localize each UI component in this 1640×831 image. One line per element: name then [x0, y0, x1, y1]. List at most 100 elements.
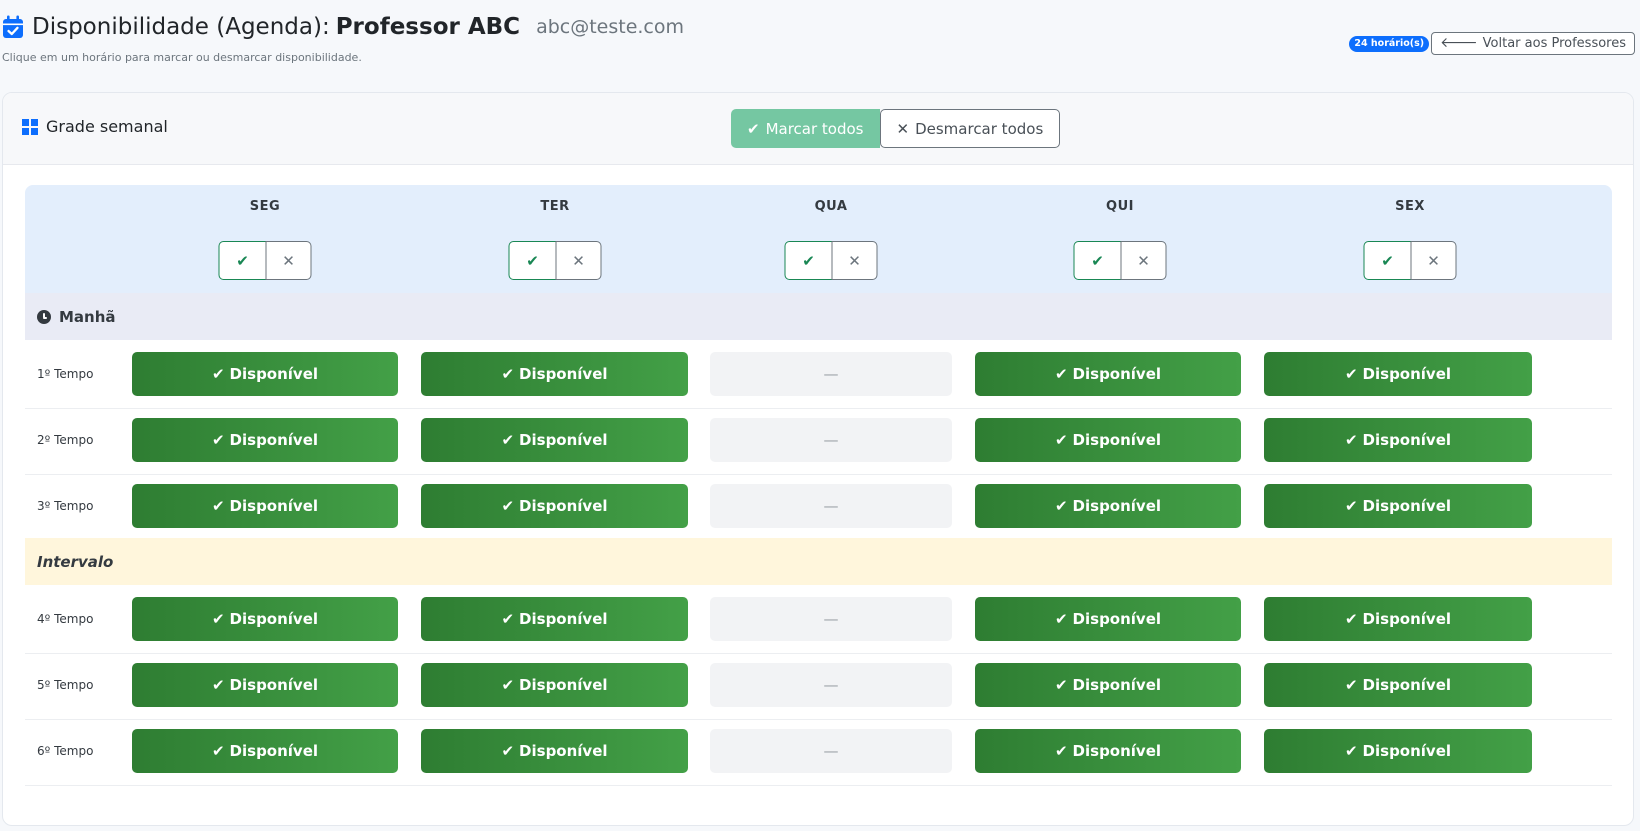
- page-subtitle: Clique em um horário para marcar ou desm…: [2, 51, 362, 64]
- check-icon: ✔: [1344, 742, 1358, 760]
- bulk-actions: ✔ Marcar todos ✕ Desmarcar todos: [731, 109, 1061, 148]
- day-name: QUI: [1106, 199, 1134, 214]
- slot-label: Disponível: [1362, 365, 1452, 383]
- close-icon: ✕: [896, 119, 910, 138]
- day-toggle-group: ✔ ✕: [784, 241, 878, 280]
- slot-label: Disponível: [1072, 742, 1162, 760]
- slot-available-button[interactable]: ✔ Disponível: [132, 597, 398, 641]
- check-icon: ✔: [1054, 676, 1068, 694]
- slot-available-button[interactable]: ✔ Disponível: [132, 663, 398, 707]
- page-header: Disponibilidade (Agenda): Professor ABC …: [0, 0, 1640, 80]
- check-icon: ✔: [501, 742, 515, 760]
- slot-unavailable-button[interactable]: —: [710, 729, 952, 773]
- slot-available-button[interactable]: ✔ Disponível: [1264, 663, 1532, 707]
- slot-label: Disponível: [1072, 431, 1162, 449]
- slot-available-button[interactable]: ✔ Disponível: [421, 729, 688, 773]
- day-toggle-group: ✔ ✕: [1073, 241, 1167, 280]
- day-toggle-group: ✔ ✕: [1363, 241, 1457, 280]
- day-name: SEX: [1395, 199, 1425, 214]
- slot-unavailable-button[interactable]: —: [710, 352, 952, 396]
- close-icon: ✕: [572, 251, 585, 270]
- unmark-all-label: Desmarcar todos: [915, 119, 1044, 138]
- unmark-day-button[interactable]: ✕: [1410, 241, 1457, 280]
- slot-label: Disponível: [1072, 610, 1162, 628]
- day-name: QUA: [814, 199, 848, 214]
- slot-available-button[interactable]: ✔ Disponível: [975, 597, 1241, 641]
- slot-available-button[interactable]: ✔ Disponível: [132, 484, 398, 528]
- check-icon: ✔: [1344, 497, 1358, 515]
- mark-day-button[interactable]: ✔: [1073, 241, 1122, 280]
- slot-label: Disponível: [519, 676, 608, 694]
- slot-available-button[interactable]: ✔ Disponível: [975, 729, 1241, 773]
- unmark-day-button[interactable]: ✕: [1120, 241, 1167, 280]
- check-icon: ✔: [526, 251, 539, 270]
- table-header: SEG ✔ ✕ TER ✔ ✕ QUA ✔ ✕ QUI ✔ ✕ SEX ✔ ✕: [25, 185, 1612, 293]
- slot-unavailable-button[interactable]: —: [710, 597, 952, 641]
- table-row: 4º Tempo ✔ Disponível ✔ Disponível — ✔ Disponív…: [25, 585, 1612, 654]
- slot-available-button[interactable]: ✔ Disponível: [421, 418, 688, 462]
- period-label: 5º Tempo: [37, 678, 94, 692]
- check-icon: ✔: [236, 251, 249, 270]
- check-icon: ✔: [1344, 676, 1358, 694]
- check-icon: ✔: [1091, 251, 1104, 270]
- clock-icon: [37, 309, 51, 324]
- unmark-day-button[interactable]: ✕: [265, 241, 312, 280]
- check-icon: ✔: [1344, 431, 1358, 449]
- day-column-ter: TER ✔ ✕: [415, 185, 695, 293]
- calendar-check-icon: [3, 15, 23, 38]
- slot-label: —: [823, 742, 839, 760]
- slot-available-button[interactable]: ✔ Disponível: [975, 352, 1241, 396]
- back-to-professors-button[interactable]: 🡐 Voltar aos Professores: [1431, 32, 1635, 55]
- day-name: SEG: [249, 199, 281, 214]
- slot-available-button[interactable]: ✔ Disponível: [421, 484, 688, 528]
- slot-available-button[interactable]: ✔ Disponível: [421, 597, 688, 641]
- section-label: Manhã: [59, 307, 116, 326]
- unmark-day-button[interactable]: ✕: [831, 241, 878, 280]
- slot-label: —: [823, 431, 839, 449]
- check-icon: ✔: [802, 251, 815, 270]
- professor-email: abc@teste.com: [536, 16, 685, 38]
- slot-available-button[interactable]: ✔ Disponível: [421, 663, 688, 707]
- mark-day-button[interactable]: ✔: [508, 241, 557, 280]
- slot-label: Disponível: [519, 365, 608, 383]
- slot-available-button[interactable]: ✔ Disponível: [132, 729, 398, 773]
- slot-available-button[interactable]: ✔ Disponível: [132, 352, 398, 396]
- check-icon: ✔: [501, 610, 515, 628]
- slot-available-button[interactable]: ✔ Disponível: [1264, 352, 1532, 396]
- check-icon: ✔: [211, 431, 225, 449]
- day-column-seg: SEG ✔ ✕: [125, 185, 405, 293]
- unmark-day-button[interactable]: ✕: [555, 241, 602, 280]
- period-label: 4º Tempo: [37, 612, 94, 626]
- check-icon: ✔: [501, 431, 515, 449]
- back-button-label: Voltar aos Professores: [1482, 36, 1626, 51]
- day-toggle-group: ✔ ✕: [218, 241, 312, 280]
- slot-unavailable-button[interactable]: —: [710, 663, 952, 707]
- slot-label: Disponível: [229, 497, 319, 515]
- slot-available-button[interactable]: ✔ Disponível: [1264, 418, 1532, 462]
- check-icon: ✔: [501, 497, 515, 515]
- day-column-qui: QUI ✔ ✕: [980, 185, 1260, 293]
- slot-label: —: [823, 365, 839, 383]
- slot-label: Disponível: [229, 365, 319, 383]
- card-header: Grade semanal ✔ Marcar todos ✕ Desmarcar…: [3, 93, 1633, 165]
- slot-available-button[interactable]: ✔ Disponível: [1264, 597, 1532, 641]
- slot-label: Disponível: [229, 742, 319, 760]
- slot-available-button[interactable]: ✔ Disponível: [975, 418, 1241, 462]
- mark-all-button[interactable]: ✔ Marcar todos: [731, 109, 880, 148]
- slot-available-button[interactable]: ✔ Disponível: [132, 418, 398, 462]
- mark-day-button[interactable]: ✔: [784, 241, 833, 280]
- mark-day-button[interactable]: ✔: [1363, 241, 1412, 280]
- unmark-all-button[interactable]: ✕ Desmarcar todos: [879, 109, 1061, 148]
- check-icon: ✔: [211, 742, 225, 760]
- close-icon: ✕: [1137, 251, 1150, 270]
- slot-unavailable-button[interactable]: —: [710, 418, 952, 462]
- slot-label: Disponível: [1362, 431, 1452, 449]
- slot-label: Disponível: [229, 610, 319, 628]
- slot-available-button[interactable]: ✔ Disponível: [1264, 484, 1532, 528]
- mark-day-button[interactable]: ✔: [218, 241, 267, 280]
- slot-available-button[interactable]: ✔ Disponível: [975, 484, 1241, 528]
- slot-available-button[interactable]: ✔ Disponível: [1264, 729, 1532, 773]
- slot-unavailable-button[interactable]: —: [710, 484, 952, 528]
- slot-available-button[interactable]: ✔ Disponível: [421, 352, 688, 396]
- slot-available-button[interactable]: ✔ Disponível: [975, 663, 1241, 707]
